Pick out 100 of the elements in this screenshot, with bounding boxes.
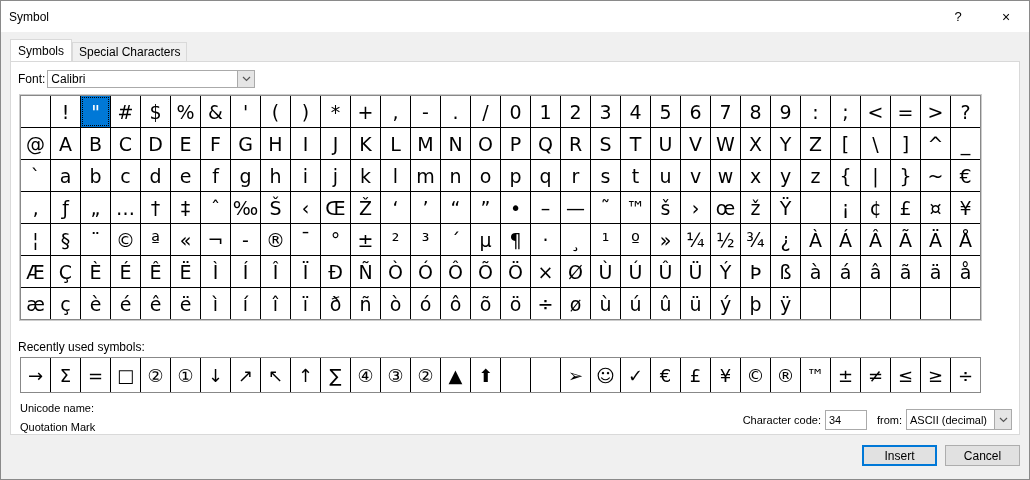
recent-symbol-cell[interactable]: Σ (51, 358, 80, 392)
symbol-cell[interactable]: Q (531, 128, 560, 159)
symbol-cell[interactable]: Ç (51, 256, 80, 287)
symbol-cell[interactable]: x (741, 160, 770, 191)
symbol-cell[interactable]: j (321, 160, 350, 191)
symbol-cell[interactable]: 7 (711, 96, 740, 127)
symbol-cell[interactable]: Õ (471, 256, 500, 287)
symbol-cell[interactable]: : (801, 96, 830, 127)
symbol-cell[interactable]: © (111, 224, 140, 255)
recent-symbol-cell[interactable]: ÷ (951, 358, 980, 392)
symbol-cell[interactable]: Î (261, 256, 290, 287)
symbol-cell[interactable]: W (711, 128, 740, 159)
symbol-cell[interactable]: G (231, 128, 260, 159)
symbol-cell[interactable]: ‡ (171, 192, 200, 223)
symbol-cell[interactable]: = (891, 96, 920, 127)
symbol-cell[interactable]: p (501, 160, 530, 191)
symbol-cell[interactable]: š (651, 192, 680, 223)
symbol-cell[interactable]: ¤ (921, 192, 950, 223)
symbol-cell[interactable]: æ (21, 288, 50, 319)
recent-symbol-cell[interactable]: € (651, 358, 680, 392)
symbol-cell[interactable]: ¶ (501, 224, 530, 255)
symbol-cell[interactable]: Ë (171, 256, 200, 287)
symbol-cell[interactable]: ˜ (591, 192, 620, 223)
symbol-cell[interactable]: – (531, 192, 560, 223)
symbol-cell[interactable]: ‚ (21, 192, 50, 223)
symbol-cell[interactable]: ² (381, 224, 410, 255)
symbol-cell[interactable]: É (111, 256, 140, 287)
symbol-cell[interactable]: S (591, 128, 620, 159)
symbol-cell[interactable]: d (141, 160, 170, 191)
symbol-cell[interactable]: Ÿ (771, 192, 800, 223)
symbol-cell[interactable]: À (801, 224, 830, 255)
symbol-cell[interactable]: g (231, 160, 260, 191)
symbol-cell[interactable]: “ (441, 192, 470, 223)
symbol-cell[interactable]: | (861, 160, 890, 191)
symbol-cell[interactable]: ã (891, 256, 920, 287)
recent-symbol-cell[interactable]: ∑ (321, 358, 350, 392)
symbol-cell[interactable]: õ (471, 288, 500, 319)
symbol-cell[interactable]: i (291, 160, 320, 191)
recent-symbol-cell[interactable]: = (81, 358, 110, 392)
symbol-cell[interactable]: ½ (711, 224, 740, 255)
recent-symbol-cell[interactable]: ③ (381, 358, 410, 392)
symbol-cell[interactable]: ¸ (561, 224, 590, 255)
symbol-cell[interactable]: _ (951, 128, 980, 159)
symbol-cell[interactable]: " (81, 96, 110, 127)
symbol-cell[interactable]: ð (321, 288, 350, 319)
symbol-cell[interactable]: P (501, 128, 530, 159)
symbol-cell[interactable]: a (51, 160, 80, 191)
symbol-cell[interactable]: é (111, 288, 140, 319)
symbol-cell[interactable]: ÷ (531, 288, 560, 319)
symbol-cell[interactable]: ó (411, 288, 440, 319)
symbol-cell[interactable]: « (171, 224, 200, 255)
symbol-cell[interactable]: 0 (501, 96, 530, 127)
symbol-cell[interactable]: M (411, 128, 440, 159)
symbol-cell[interactable]: q (531, 160, 560, 191)
symbol-cell[interactable]: § (51, 224, 80, 255)
symbol-cell[interactable]: t (621, 160, 650, 191)
symbol-cell[interactable]: ± (351, 224, 380, 255)
symbol-cell[interactable]: Ð (321, 256, 350, 287)
symbol-cell[interactable]: ! (51, 96, 80, 127)
symbol-cell[interactable]: 4 (621, 96, 650, 127)
symbol-cell[interactable]: ï (291, 288, 320, 319)
recent-symbol-cell[interactable]: ≤ (891, 358, 920, 392)
symbol-cell[interactable]: ” (471, 192, 500, 223)
symbol-cell[interactable]: Æ (21, 256, 50, 287)
symbol-cell[interactable]: ô (441, 288, 470, 319)
symbol-cell[interactable]: l (381, 160, 410, 191)
symbol-cell[interactable]: F (201, 128, 230, 159)
symbol-cell[interactable]: Ž (351, 192, 380, 223)
symbol-cell[interactable]: - (411, 96, 440, 127)
symbol-cell[interactable]: b (81, 160, 110, 191)
symbol-cell[interactable]: þ (741, 288, 770, 319)
symbol-cell[interactable]: å (951, 256, 980, 287)
symbol-cell[interactable]: Å (951, 224, 980, 255)
symbol-cell[interactable]: ä (921, 256, 950, 287)
symbol-cell[interactable]: ¿ (771, 224, 800, 255)
recent-symbol-cell[interactable]: ② (141, 358, 170, 392)
symbol-cell[interactable]: ® (261, 224, 290, 255)
symbol-cell[interactable]: Ý (711, 256, 740, 287)
symbol-cell[interactable]: Ù (591, 256, 620, 287)
symbol-cell[interactable]: — (561, 192, 590, 223)
recent-symbol-cell[interactable]: ≠ (861, 358, 890, 392)
recent-symbol-cell[interactable]: ▲ (441, 358, 470, 392)
symbol-cell[interactable]: ù (591, 288, 620, 319)
symbol-cell[interactable]: v (681, 160, 710, 191)
symbol-cell[interactable]: „ (81, 192, 110, 223)
symbol-cell[interactable]: Ü (681, 256, 710, 287)
symbol-cell[interactable]: I (291, 128, 320, 159)
symbol-cell[interactable]: B (81, 128, 110, 159)
symbol-cell[interactable]: ƒ (51, 192, 80, 223)
from-dropdown[interactable]: ASCII (decimal) (906, 409, 1012, 430)
symbol-cell[interactable]: ž (741, 192, 770, 223)
recent-symbol-cell[interactable]: ① (171, 358, 200, 392)
symbol-cell[interactable]: n (441, 160, 470, 191)
symbol-cell[interactable]: î (261, 288, 290, 319)
symbol-cell[interactable]: ¾ (741, 224, 770, 255)
symbol-cell[interactable]: ÿ (771, 288, 800, 319)
symbol-cell[interactable]: L (381, 128, 410, 159)
recent-symbol-cell[interactable]: ✓ (621, 358, 650, 392)
symbol-cell[interactable]: h (261, 160, 290, 191)
symbol-cell[interactable]: Ñ (351, 256, 380, 287)
